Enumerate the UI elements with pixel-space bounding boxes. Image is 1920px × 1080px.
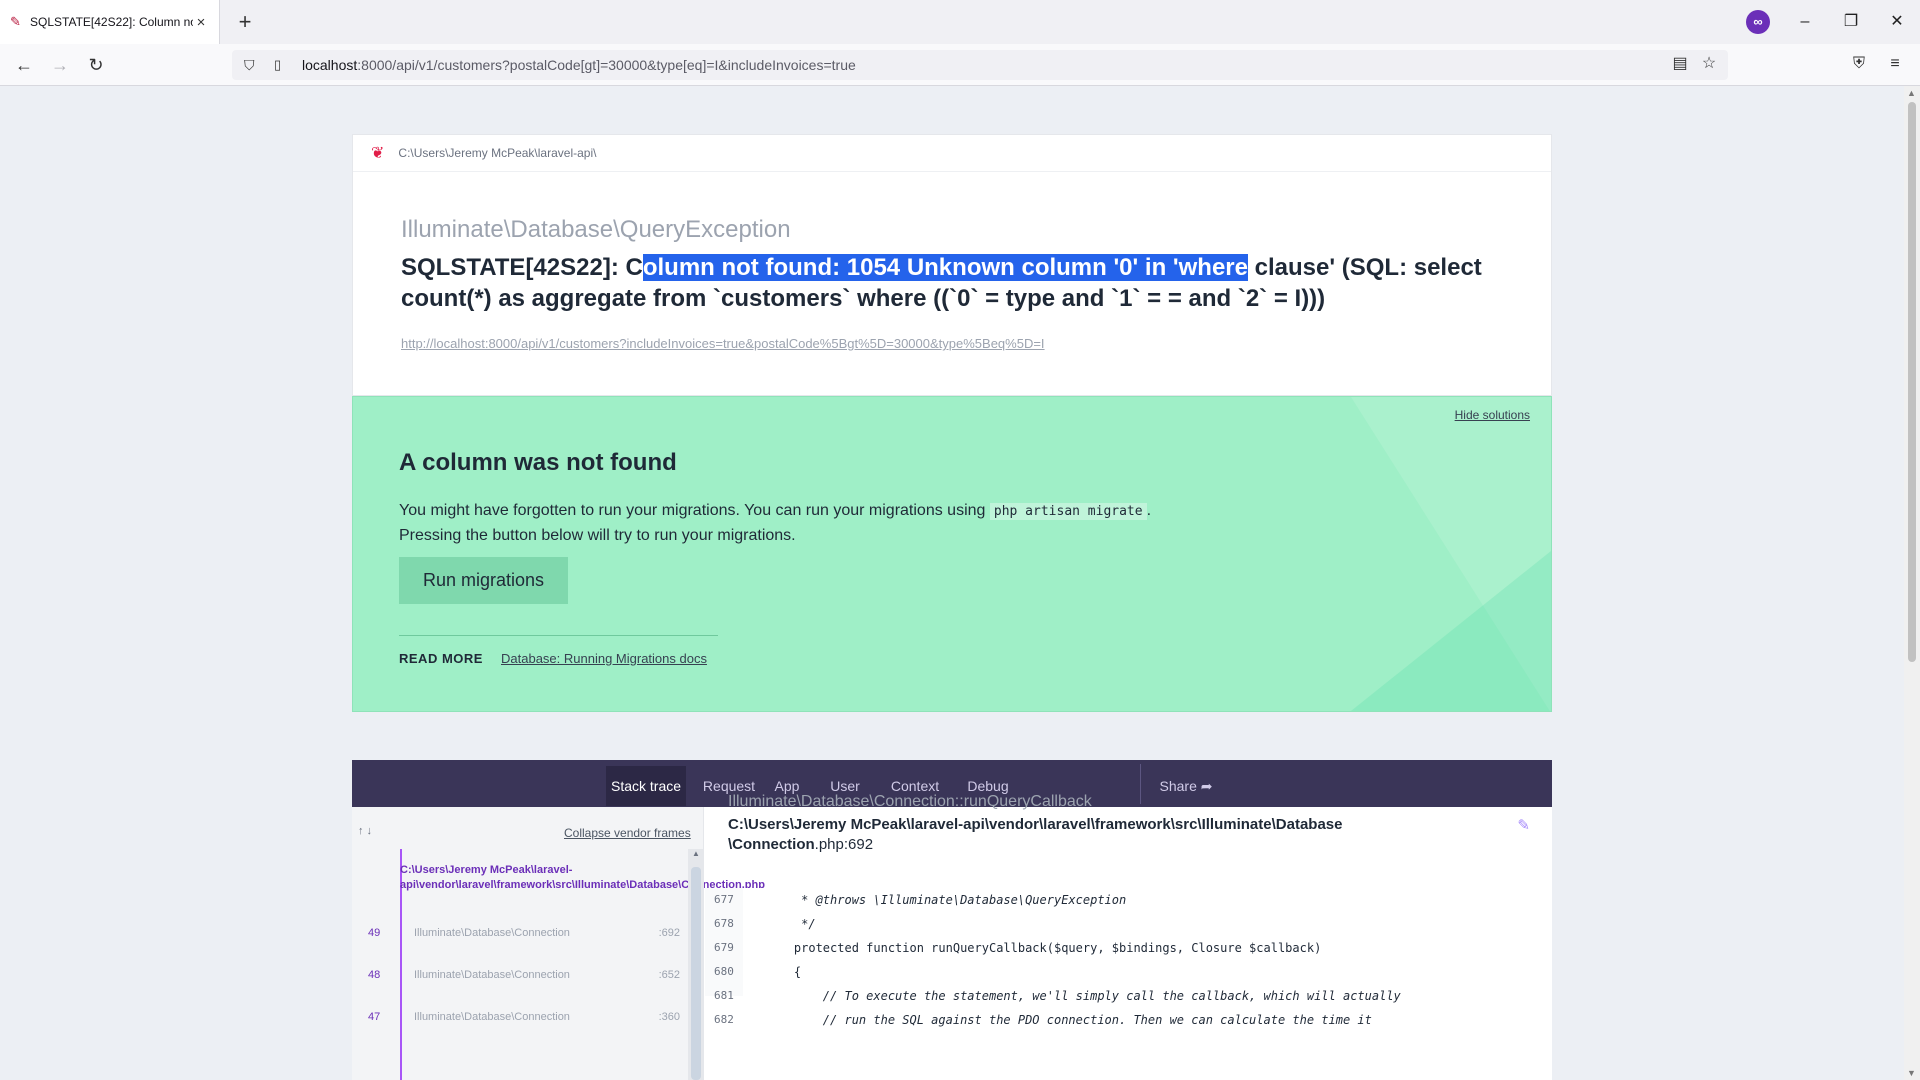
tab-separator <box>1140 764 1141 804</box>
run-migrations-button[interactable]: Run migrations <box>399 557 568 604</box>
reload-icon[interactable]: ↻ <box>82 51 110 79</box>
scroll-up-icon: ▲ <box>692 849 700 858</box>
divider <box>399 635 718 636</box>
url-text[interactable]: localhost:8000/api/v1/customers?postalCo… <box>302 57 856 73</box>
page-scrollbar[interactable]: ▲ ▼ <box>1904 86 1920 1080</box>
solution-title: A column was not found <box>399 449 677 476</box>
pencil-favicon-icon: ✎ <box>10 14 21 29</box>
code-line: 678 */ <box>714 917 816 931</box>
shield-icon[interactable]: ⛉ <box>244 57 262 74</box>
scroll-up-icon[interactable]: ▲ <box>1907 88 1916 98</box>
stack-trace-panel: ↑ ↓ Collapse vendor frames C:\Users\Jere… <box>352 793 1552 1080</box>
code-line: 682 // run the SQL against the PDO conne… <box>714 1013 1372 1027</box>
frames-scrollbar[interactable]: ▲ <box>688 849 704 1080</box>
read-more-label: READ MORE <box>399 651 483 666</box>
project-path-bar: ❦ C:\Users\Jeremy McPeak\laravel-api\ <box>353 135 1551 172</box>
frame-row[interactable]: 48 Illuminate\Database\Connection :652 <box>352 969 688 989</box>
project-path: C:\Users\Jeremy McPeak\laravel-api\ <box>398 146 597 160</box>
request-url-link[interactable]: http://localhost:8000/api/v1/customers?i… <box>401 336 1551 351</box>
code-line: 681 // To execute the statement, we'll s… <box>714 989 1401 1003</box>
migrations-docs-link[interactable]: Database: Running Migrations docs <box>501 651 707 666</box>
solution-description: You might have forgotten to run your mig… <box>399 502 1152 544</box>
new-tab-button[interactable]: + <box>232 9 258 35</box>
tab-share[interactable]: Share ➦ <box>1148 766 1224 806</box>
frame-file-path: C:\Users\Jeremy McPeak\laravel-api\vendo… <box>728 816 1343 853</box>
hide-solutions-link[interactable]: Hide solutions <box>1455 408 1530 422</box>
reader-view-icon[interactable]: ▤ <box>1668 52 1692 76</box>
frame-method: Illuminate\Database\Connection::runQuery… <box>728 793 1092 810</box>
solution-panel: Hide solutions A column was not found Yo… <box>352 396 1552 712</box>
page-scroll-thumb[interactable] <box>1908 102 1916 662</box>
close-tab-icon[interactable]: × <box>193 14 209 31</box>
bookmark-star-icon[interactable]: ☆ <box>1697 52 1721 76</box>
code-snippet: 677 * @throws \Illuminate\Database\Query… <box>705 888 1552 1027</box>
active-frame-file[interactable]: C:\Users\Jeremy McPeak\laravel-api\vendo… <box>400 863 765 893</box>
tab-stack-trace[interactable]: Stack trace <box>606 766 686 806</box>
navigation-bar: ← → ↻ ⛉ ▯ localhost:8000/api/v1/customer… <box>0 44 1920 86</box>
exception-card: ❦ C:\Users\Jeremy McPeak\laravel-api\ Il… <box>352 134 1552 396</box>
exception-class: Illuminate\Database\QueryException <box>401 216 791 243</box>
frame-row[interactable]: 49 Illuminate\Database\Connection :692 <box>352 927 688 947</box>
exception-message[interactable]: SQLSTATE[42S22]: Column not found: 1054 … <box>401 252 1491 314</box>
ignition-logo-icon: ❦ <box>371 145 385 162</box>
collapse-vendor-frames-link[interactable]: Collapse vendor frames <box>564 826 691 840</box>
solution-decoration-2 <box>1351 551 1551 711</box>
back-icon[interactable]: ← <box>10 51 38 79</box>
menu-icon[interactable]: ≡ <box>1883 52 1907 76</box>
frames-scroll-thumb <box>691 867 701 1080</box>
edit-pencil-icon[interactable]: ✎ <box>1517 816 1530 834</box>
close-window-icon[interactable]: ✕ <box>1882 8 1912 36</box>
code-line: 677 * @throws \Illuminate\Database\Query… <box>714 893 1127 907</box>
forward-icon[interactable]: → <box>46 51 74 79</box>
browser-tab[interactable]: ✎ SQLSTATE[42S22]: Column not fo × <box>0 0 220 44</box>
share-arrow-icon: ➦ <box>1200 778 1213 794</box>
restore-icon[interactable]: ❐ <box>1836 8 1866 36</box>
code-line: 679 protected function runQueryCallback(… <box>714 941 1322 955</box>
code-line: 680 { <box>714 965 802 979</box>
profile-avatar-icon[interactable]: ∞ <box>1746 10 1770 34</box>
scroll-down-icon[interactable]: ▼ <box>1907 1068 1916 1078</box>
frame-list: C:\Users\Jeremy McPeak\laravel-api\vendo… <box>352 849 765 1080</box>
artisan-command: php artisan migrate <box>989 503 1147 520</box>
selected-text: olumn not found: 1054 Unknown column '0'… <box>642 254 1248 281</box>
address-bar[interactable]: ⛉ ▯ localhost:8000/api/v1/customers?post… <box>232 50 1728 80</box>
page-viewport: ❦ C:\Users\Jeremy McPeak\laravel-api\ Il… <box>0 86 1904 1080</box>
minimize-icon[interactable]: – <box>1790 8 1820 36</box>
tab-title: SQLSTATE[42S22]: Column not fo <box>30 15 193 29</box>
frame-row[interactable]: 47 Illuminate\Database\Connection :360 <box>352 1011 688 1031</box>
pocket-icon[interactable]: ⛨ <box>1847 52 1871 76</box>
frames-list-panel: ↑ ↓ Collapse vendor frames C:\Users\Jere… <box>352 807 765 1080</box>
code-pane: Illuminate\Database\Connection::runQuery… <box>705 793 1552 1080</box>
page-info-icon[interactable]: ▯ <box>274 57 288 73</box>
tab-strip: ✎ SQLSTATE[42S22]: Column not fo × + ∞ –… <box>0 0 1920 44</box>
sort-arrows-icon[interactable]: ↑ ↓ <box>358 825 372 837</box>
